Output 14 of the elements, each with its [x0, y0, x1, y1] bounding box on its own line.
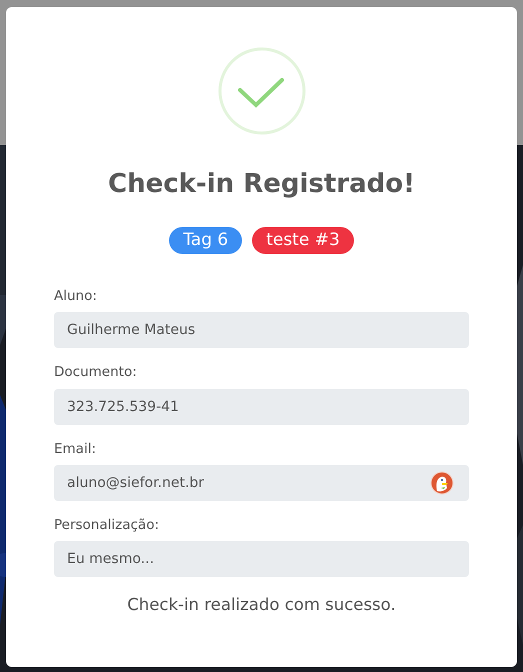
field-label: Documento:: [54, 363, 138, 382]
duck-icon[interactable]: [430, 470, 454, 495]
field-label: Personalização:: [54, 516, 160, 535]
status-message: Check-in realizado com sucesso.: [126, 594, 397, 616]
success-check-icon: [218, 47, 306, 135]
tag-label: teste #3: [252, 227, 354, 254]
input-field[interactable]: aluno@siefor.net.br: [54, 464, 469, 501]
field-label: Email:: [54, 440, 98, 459]
field-label: Aluno:: [54, 287, 98, 306]
input-field[interactable]: Eu mesmo...: [54, 541, 469, 578]
tag-label: Tag 6: [169, 227, 242, 254]
dialog-title: Check-in Registrado!: [107, 169, 416, 200]
input-field[interactable]: 323.725.539-41: [54, 388, 469, 425]
input-field[interactable]: Guilherme Mateus: [54, 312, 469, 348]
